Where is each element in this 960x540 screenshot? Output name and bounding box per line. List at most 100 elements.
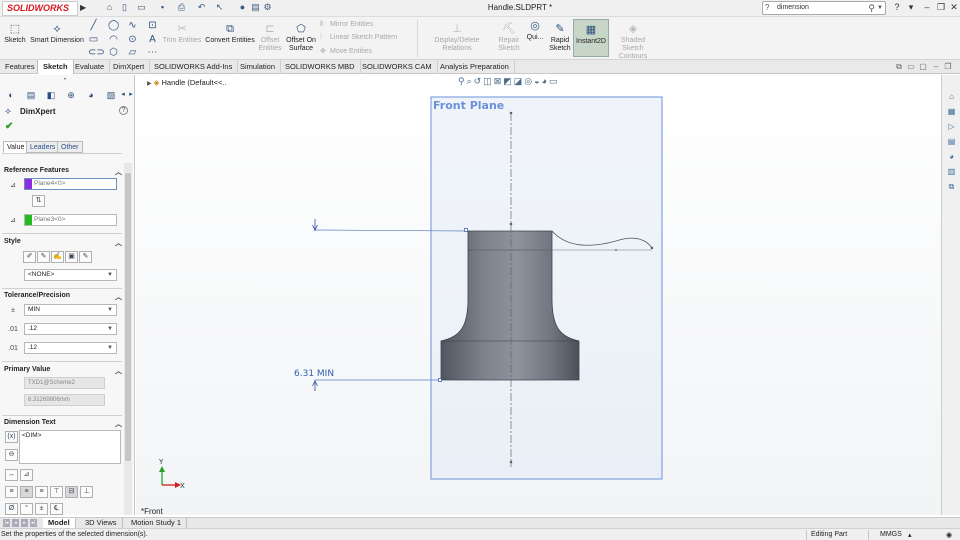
dimension-handle-top[interactable] — [464, 228, 468, 232]
dimension-label[interactable]: 6.31 MIN — [294, 369, 334, 379]
apply-default-style-button[interactable]: ✐ — [23, 251, 36, 263]
print-icon[interactable]: ⎙ — [176, 2, 187, 13]
tab-solidworks-cam[interactable]: SOLIDWORKS CAM — [357, 60, 438, 74]
design-library-icon[interactable]: ▦ — [946, 106, 957, 117]
tooltip-toggle-icon[interactable]: ◉ — [946, 531, 952, 539]
update-style-button[interactable]: ✎ — [37, 251, 50, 263]
model-viewport[interactable]: Front Plane 6.31 MIN Y X — [136, 75, 941, 515]
trim-entities-button[interactable]: ✂ Trim Entities — [160, 23, 204, 45]
swap-references-button[interactable]: ⇅ — [32, 195, 45, 207]
file-explorer-icon[interactable]: ▷ — [946, 121, 957, 132]
view-palette-icon[interactable]: ▤ — [946, 136, 957, 147]
minimize-icon[interactable]: – — [921, 2, 933, 12]
unit-precision-select[interactable]: .12 ▼ — [24, 323, 117, 335]
help-circle-icon[interactable]: ? — [119, 106, 128, 115]
collapse-chevron-icon[interactable]: ︿ — [115, 366, 122, 376]
select-arrow-icon[interactable]: ↖ — [214, 2, 225, 13]
tab-analysis-preparation[interactable]: Analysis Preparation — [435, 60, 515, 74]
polygon-icon[interactable]: ⬡ — [108, 47, 119, 58]
quick-snaps-button[interactable]: ◎ Qui... — [524, 20, 546, 42]
tab-dimxpert[interactable]: DimXpert — [108, 60, 151, 74]
property-manager-tab-icon[interactable]: ▤ — [24, 89, 38, 101]
smart-dim-flyout-icon[interactable]: ⊡ — [147, 20, 158, 31]
doc-minimize-icon[interactable]: – — [931, 62, 941, 71]
next-tab-icon[interactable]: ▸ — [21, 519, 28, 527]
configuration-manager-tab-icon[interactable]: ◧ — [44, 89, 58, 101]
collapse-chevron-icon[interactable]: ︿ — [115, 292, 122, 302]
doc-cascade-icon[interactable]: ▢ — [918, 62, 928, 71]
solidworks-logo[interactable]: SOLIDWORKS — [2, 1, 78, 16]
text-split-button[interactable]: ⊿ — [20, 469, 33, 481]
tolerance-precision-select[interactable]: .12 ▼ — [24, 342, 117, 354]
offset-entities-button[interactable]: ⊏ Offset Entities — [257, 23, 283, 53]
restore-icon[interactable]: ❐ — [935, 2, 947, 13]
display-delete-relations-button[interactable]: ⊥ Display/Delete Relations — [420, 23, 494, 53]
repair-sketch-button[interactable]: ⛏ Repair Sketch — [497, 23, 521, 53]
first-tab-icon[interactable]: |◂ — [3, 519, 10, 527]
inspection-dimension-button[interactable]: ⊖ — [5, 449, 18, 461]
custom-properties-icon[interactable]: ▥ — [946, 166, 957, 177]
chevron-down-icon[interactable]: ▼ — [877, 2, 883, 14]
menu-expand-arrow-icon[interactable]: ▶ — [80, 3, 86, 12]
close-icon[interactable]: ✕ — [948, 2, 960, 13]
shaded-sketch-contours-button[interactable]: ◈ Shaded Sketch Contours — [610, 23, 656, 61]
tab-sketch[interactable]: Sketch — [37, 60, 74, 74]
centerline-icon[interactable]: ⋯ — [147, 47, 158, 58]
ok-checkmark-icon[interactable]: ✔ — [5, 121, 13, 132]
feature-manager-tab-icon[interactable]: ◐ — [4, 89, 18, 101]
justify-bottom-button[interactable]: ⊥ — [80, 486, 93, 498]
tab-evaluate[interactable]: Evaluate — [70, 60, 111, 74]
arc-icon[interactable]: ◠ — [108, 34, 119, 45]
align-left-button[interactable]: ≡ — [5, 486, 18, 498]
tab-features[interactable]: Features — [0, 60, 41, 74]
unit-system[interactable]: MMGS — [880, 531, 902, 538]
file-properties-icon[interactable]: ▤ — [250, 2, 261, 13]
centerline-symbol-button[interactable]: ℄ — [50, 503, 63, 515]
solidworks-forum-icon[interactable]: ⧉ — [946, 181, 957, 192]
rapid-sketch-button[interactable]: ✎ Rapid Sketch — [548, 23, 572, 53]
dimension-handle-bottom[interactable] — [438, 378, 442, 382]
collapse-chevron-icon[interactable]: ︿ — [115, 238, 122, 248]
tab-solidworks-add-ins[interactable]: SOLIDWORKS Add-Ins — [149, 60, 239, 74]
previous-tab-icon[interactable]: ◂ — [12, 519, 19, 527]
circle-icon[interactable]: ◯ — [108, 20, 119, 31]
help-menu-arrow-icon[interactable]: ▾ — [905, 2, 917, 13]
doc-restore-icon[interactable]: ❐ — [943, 62, 953, 71]
justify-top-button[interactable]: ⊤ — [50, 486, 63, 498]
rebuild-icon[interactable]: ● — [237, 2, 248, 13]
text-icon[interactable]: A — [147, 34, 158, 45]
add-parentheses-button[interactable]: (x) — [5, 431, 18, 443]
offset-on-surface-button[interactable]: ⬠ Offset On Surface — [284, 23, 318, 53]
tolerance-precision-header[interactable]: Tolerance/Precision ︿ — [4, 292, 122, 302]
move-entities-button[interactable]: ✥ Move Entities — [320, 47, 372, 55]
collapse-chevron-icon[interactable]: ︿ — [115, 167, 122, 177]
help-icon[interactable]: ? — [891, 2, 903, 12]
style-select[interactable]: <NONE> ▼ — [24, 269, 117, 281]
linear-sketch-pattern-button[interactable]: ⁞ Linear Sketch Pattern — [320, 34, 397, 41]
collapse-chevron-icon[interactable]: ︿ — [115, 419, 122, 429]
plus-minus-symbol-button[interactable]: ± — [35, 503, 48, 515]
tab-leaders[interactable]: Leaders — [26, 141, 60, 153]
line-icon[interactable]: ╱ — [88, 20, 99, 31]
delete-style-button[interactable]: ✎ — [79, 251, 92, 263]
magnifier-icon[interactable]: ⚲ — [868, 2, 875, 14]
options-gear-icon[interactable]: ⚙ — [262, 2, 273, 13]
degree-symbol-button[interactable]: ° — [20, 503, 33, 515]
open-folder-icon[interactable]: ▭ — [136, 2, 147, 13]
solidworks-resources-icon[interactable]: ⌂ — [946, 91, 957, 102]
last-tab-icon[interactable]: ▸| — [30, 519, 37, 527]
graphics-area[interactable]: ▶ ◈ Handle (Default<<.. ⚲⌕↺◫⊠◩◪◎◒◕▭ Front… — [136, 75, 941, 516]
tab-value[interactable]: Value — [3, 141, 29, 153]
tolerance-type-select[interactable]: MIN ▼ — [24, 304, 117, 316]
panel-collapse-handle-icon[interactable]: • — [64, 77, 66, 83]
doc-float-icon[interactable]: ⧉ — [894, 62, 904, 72]
diameter-symbol-button[interactable]: Ø — [5, 503, 18, 515]
justify-middle-button[interactable]: ⊟ — [65, 486, 78, 498]
mirror-entities-button[interactable]: ⫴ Mirror Entities — [320, 21, 373, 29]
text-arrangement-button[interactable]: ↔ — [5, 469, 18, 481]
reference-feature-1-field[interactable]: Plane4<0> — [24, 178, 117, 190]
convert-entities-button[interactable]: ⧉ Convert Entities — [204, 23, 256, 45]
reference-feature-2-field[interactable]: Plane3<0> — [24, 214, 117, 226]
home-icon[interactable]: ⌂ — [104, 2, 115, 13]
spline-icon[interactable]: ∿ — [127, 20, 138, 31]
